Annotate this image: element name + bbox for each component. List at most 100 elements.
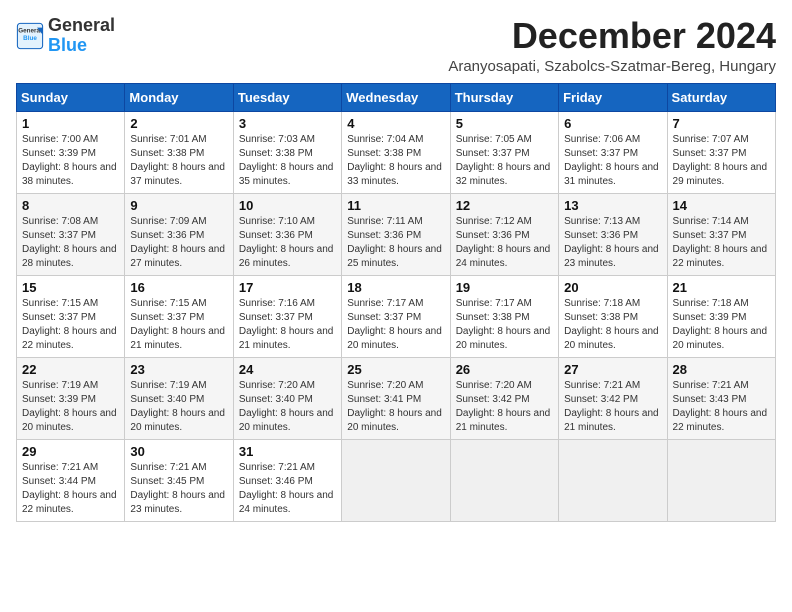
calendar-cell: 29 Sunrise: 7:21 AMSunset: 3:44 PMDaylig…: [17, 439, 125, 521]
day-info: Sunrise: 7:19 AMSunset: 3:40 PMDaylight:…: [130, 379, 227, 435]
day-info: Sunrise: 7:21 AMSunset: 3:43 PMDaylight:…: [673, 379, 770, 435]
day-number: 9: [130, 198, 227, 213]
day-info: Sunrise: 7:07 AMSunset: 3:37 PMDaylight:…: [673, 133, 770, 189]
calendar-week-row: 1 Sunrise: 7:00 AMSunset: 3:39 PMDayligh…: [17, 111, 776, 193]
calendar-cell: [559, 439, 667, 521]
calendar-week-row: 8 Sunrise: 7:08 AMSunset: 3:37 PMDayligh…: [17, 193, 776, 275]
day-info: Sunrise: 7:14 AMSunset: 3:37 PMDaylight:…: [673, 215, 770, 271]
day-info: Sunrise: 7:18 AMSunset: 3:39 PMDaylight:…: [673, 297, 770, 353]
logo-blue-text: Blue: [48, 35, 87, 55]
day-number: 14: [673, 198, 770, 213]
day-number: 17: [239, 280, 336, 295]
calendar-cell: 8 Sunrise: 7:08 AMSunset: 3:37 PMDayligh…: [17, 193, 125, 275]
calendar-cell: 14 Sunrise: 7:14 AMSunset: 3:37 PMDaylig…: [667, 193, 775, 275]
logo-general-text: General: [48, 15, 115, 35]
day-info: Sunrise: 7:18 AMSunset: 3:38 PMDaylight:…: [564, 297, 661, 353]
day-info: Sunrise: 7:03 AMSunset: 3:38 PMDaylight:…: [239, 133, 336, 189]
weekday-header-saturday: Saturday: [667, 83, 775, 111]
day-info: Sunrise: 7:16 AMSunset: 3:37 PMDaylight:…: [239, 297, 336, 353]
day-info: Sunrise: 7:20 AMSunset: 3:42 PMDaylight:…: [456, 379, 553, 435]
day-info: Sunrise: 7:05 AMSunset: 3:37 PMDaylight:…: [456, 133, 553, 189]
calendar-table: SundayMondayTuesdayWednesdayThursdayFrid…: [16, 83, 776, 522]
calendar-cell: 27 Sunrise: 7:21 AMSunset: 3:42 PMDaylig…: [559, 357, 667, 439]
calendar-cell: 3 Sunrise: 7:03 AMSunset: 3:38 PMDayligh…: [233, 111, 341, 193]
calendar-cell: 26 Sunrise: 7:20 AMSunset: 3:42 PMDaylig…: [450, 357, 558, 439]
day-number: 4: [347, 116, 444, 131]
calendar-cell: 7 Sunrise: 7:07 AMSunset: 3:37 PMDayligh…: [667, 111, 775, 193]
day-number: 15: [22, 280, 119, 295]
day-info: Sunrise: 7:21 AMSunset: 3:45 PMDaylight:…: [130, 461, 227, 517]
day-number: 29: [22, 444, 119, 459]
day-info: Sunrise: 7:04 AMSunset: 3:38 PMDaylight:…: [347, 133, 444, 189]
calendar-cell: 23 Sunrise: 7:19 AMSunset: 3:40 PMDaylig…: [125, 357, 233, 439]
day-info: Sunrise: 7:20 AMSunset: 3:41 PMDaylight:…: [347, 379, 444, 435]
day-number: 31: [239, 444, 336, 459]
day-number: 26: [456, 362, 553, 377]
location-subtitle: Aranyosapati, Szabolcs-Szatmar-Bereg, Hu…: [448, 58, 776, 75]
month-title: December 2024: [448, 16, 776, 56]
day-number: 24: [239, 362, 336, 377]
calendar-cell: 13 Sunrise: 7:13 AMSunset: 3:36 PMDaylig…: [559, 193, 667, 275]
calendar-cell: 12 Sunrise: 7:12 AMSunset: 3:36 PMDaylig…: [450, 193, 558, 275]
calendar-cell: 20 Sunrise: 7:18 AMSunset: 3:38 PMDaylig…: [559, 275, 667, 357]
day-number: 27: [564, 362, 661, 377]
weekday-header-monday: Monday: [125, 83, 233, 111]
day-number: 28: [673, 362, 770, 377]
calendar-cell: 30 Sunrise: 7:21 AMSunset: 3:45 PMDaylig…: [125, 439, 233, 521]
calendar-cell: 11 Sunrise: 7:11 AMSunset: 3:36 PMDaylig…: [342, 193, 450, 275]
calendar-week-row: 15 Sunrise: 7:15 AMSunset: 3:37 PMDaylig…: [17, 275, 776, 357]
day-number: 25: [347, 362, 444, 377]
day-info: Sunrise: 7:21 AMSunset: 3:46 PMDaylight:…: [239, 461, 336, 517]
day-info: Sunrise: 7:13 AMSunset: 3:36 PMDaylight:…: [564, 215, 661, 271]
day-number: 16: [130, 280, 227, 295]
day-info: Sunrise: 7:17 AMSunset: 3:38 PMDaylight:…: [456, 297, 553, 353]
weekday-header-tuesday: Tuesday: [233, 83, 341, 111]
day-number: 30: [130, 444, 227, 459]
calendar-cell: 10 Sunrise: 7:10 AMSunset: 3:36 PMDaylig…: [233, 193, 341, 275]
day-info: Sunrise: 7:10 AMSunset: 3:36 PMDaylight:…: [239, 215, 336, 271]
page-header: General Blue General Blue December 2024 …: [16, 16, 776, 75]
day-info: Sunrise: 7:15 AMSunset: 3:37 PMDaylight:…: [130, 297, 227, 353]
day-info: Sunrise: 7:21 AMSunset: 3:44 PMDaylight:…: [22, 461, 119, 517]
day-number: 7: [673, 116, 770, 131]
calendar-cell: 16 Sunrise: 7:15 AMSunset: 3:37 PMDaylig…: [125, 275, 233, 357]
logo: General Blue General Blue: [16, 16, 115, 56]
calendar-cell: 25 Sunrise: 7:20 AMSunset: 3:41 PMDaylig…: [342, 357, 450, 439]
day-info: Sunrise: 7:06 AMSunset: 3:37 PMDaylight:…: [564, 133, 661, 189]
day-info: Sunrise: 7:17 AMSunset: 3:37 PMDaylight:…: [347, 297, 444, 353]
day-number: 2: [130, 116, 227, 131]
day-number: 11: [347, 198, 444, 213]
calendar-cell: 15 Sunrise: 7:15 AMSunset: 3:37 PMDaylig…: [17, 275, 125, 357]
weekday-header-sunday: Sunday: [17, 83, 125, 111]
svg-text:Blue: Blue: [23, 35, 37, 42]
day-number: 10: [239, 198, 336, 213]
day-info: Sunrise: 7:09 AMSunset: 3:36 PMDaylight:…: [130, 215, 227, 271]
day-number: 12: [456, 198, 553, 213]
calendar-cell: 5 Sunrise: 7:05 AMSunset: 3:37 PMDayligh…: [450, 111, 558, 193]
calendar-cell: [450, 439, 558, 521]
calendar-cell: 24 Sunrise: 7:20 AMSunset: 3:40 PMDaylig…: [233, 357, 341, 439]
calendar-cell: 2 Sunrise: 7:01 AMSunset: 3:38 PMDayligh…: [125, 111, 233, 193]
calendar-cell: 31 Sunrise: 7:21 AMSunset: 3:46 PMDaylig…: [233, 439, 341, 521]
day-number: 3: [239, 116, 336, 131]
calendar-week-row: 29 Sunrise: 7:21 AMSunset: 3:44 PMDaylig…: [17, 439, 776, 521]
weekday-header-thursday: Thursday: [450, 83, 558, 111]
day-info: Sunrise: 7:08 AMSunset: 3:37 PMDaylight:…: [22, 215, 119, 271]
calendar-cell: 18 Sunrise: 7:17 AMSunset: 3:37 PMDaylig…: [342, 275, 450, 357]
day-info: Sunrise: 7:12 AMSunset: 3:36 PMDaylight:…: [456, 215, 553, 271]
calendar-cell: 19 Sunrise: 7:17 AMSunset: 3:38 PMDaylig…: [450, 275, 558, 357]
day-info: Sunrise: 7:11 AMSunset: 3:36 PMDaylight:…: [347, 215, 444, 271]
day-number: 6: [564, 116, 661, 131]
calendar-cell: 1 Sunrise: 7:00 AMSunset: 3:39 PMDayligh…: [17, 111, 125, 193]
weekday-header-wednesday: Wednesday: [342, 83, 450, 111]
day-info: Sunrise: 7:15 AMSunset: 3:37 PMDaylight:…: [22, 297, 119, 353]
calendar-cell: [342, 439, 450, 521]
logo-icon: General Blue: [16, 22, 44, 50]
day-number: 19: [456, 280, 553, 295]
calendar-week-row: 22 Sunrise: 7:19 AMSunset: 3:39 PMDaylig…: [17, 357, 776, 439]
day-info: Sunrise: 7:20 AMSunset: 3:40 PMDaylight:…: [239, 379, 336, 435]
weekday-header-row: SundayMondayTuesdayWednesdayThursdayFrid…: [17, 83, 776, 111]
day-info: Sunrise: 7:01 AMSunset: 3:38 PMDaylight:…: [130, 133, 227, 189]
day-number: 13: [564, 198, 661, 213]
calendar-cell: 4 Sunrise: 7:04 AMSunset: 3:38 PMDayligh…: [342, 111, 450, 193]
